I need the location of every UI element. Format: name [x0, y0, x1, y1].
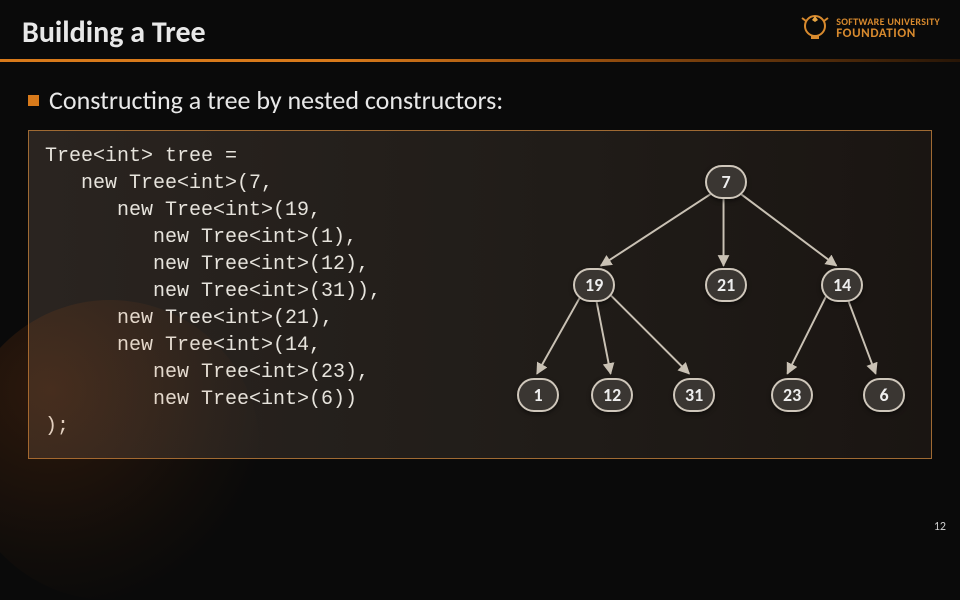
page-number: 12 [934, 520, 946, 534]
code-line: new Tree<int>(31)), [45, 280, 381, 303]
code-line: new Tree<int>(12), [45, 253, 369, 276]
code-line: Tree<int> tree = [45, 145, 237, 168]
bullet-row: Constructing a tree by nested constructo… [28, 84, 932, 116]
tree-node: 14 [821, 268, 863, 302]
code-line: new Tree<int>(23), [45, 361, 369, 384]
code-line: new Tree<int>(6)) [45, 388, 357, 411]
tree-node-root: 7 [705, 165, 747, 199]
brand-logo: SOFTWARE UNIVERSITY FOUNDATION [800, 12, 940, 46]
slide-content: Constructing a tree by nested constructo… [0, 62, 960, 459]
code-line: new Tree<int>(1), [45, 226, 357, 249]
code-line: new Tree<int>(14, [45, 334, 321, 357]
tree-node: 19 [573, 268, 615, 302]
tree-node: 6 [863, 378, 905, 412]
code-line: new Tree<int>(7, [45, 172, 273, 195]
tree-node: 21 [705, 268, 747, 302]
tree-node-value: 23 [783, 384, 801, 406]
code-line: new Tree<int>(19, [45, 199, 321, 222]
tree-node: 1 [517, 378, 559, 412]
tree-node-value: 19 [585, 274, 603, 296]
code-line: ); [45, 415, 69, 438]
code-block: Tree<int> tree = new Tree<int>(7, new Tr… [45, 143, 475, 440]
lightbulb-icon [800, 12, 830, 46]
tree-node-value: 12 [603, 384, 621, 406]
tree-node: 23 [771, 378, 813, 412]
bullet-text: Constructing a tree by nested constructo… [49, 84, 503, 116]
tree-node-value: 7 [721, 171, 730, 193]
tree-node-value: 6 [879, 384, 888, 406]
brand-text: SOFTWARE UNIVERSITY FOUNDATION [836, 17, 940, 41]
tree-node-value: 21 [717, 274, 735, 296]
tree-node-value: 31 [685, 384, 703, 406]
code-and-diagram-panel: Tree<int> tree = new Tree<int>(7, new Tr… [28, 130, 932, 459]
tree-node-value: 14 [833, 274, 851, 296]
tree-node-value: 1 [533, 384, 542, 406]
tree-node: 31 [673, 378, 715, 412]
brand-line2: FOUNDATION [836, 27, 940, 41]
code-line: new Tree<int>(21), [45, 307, 333, 330]
tree-node: 12 [591, 378, 633, 412]
tree-diagram: 7 19 21 14 1 12 31 23 6 [483, 143, 915, 440]
bullet-icon [28, 95, 39, 106]
